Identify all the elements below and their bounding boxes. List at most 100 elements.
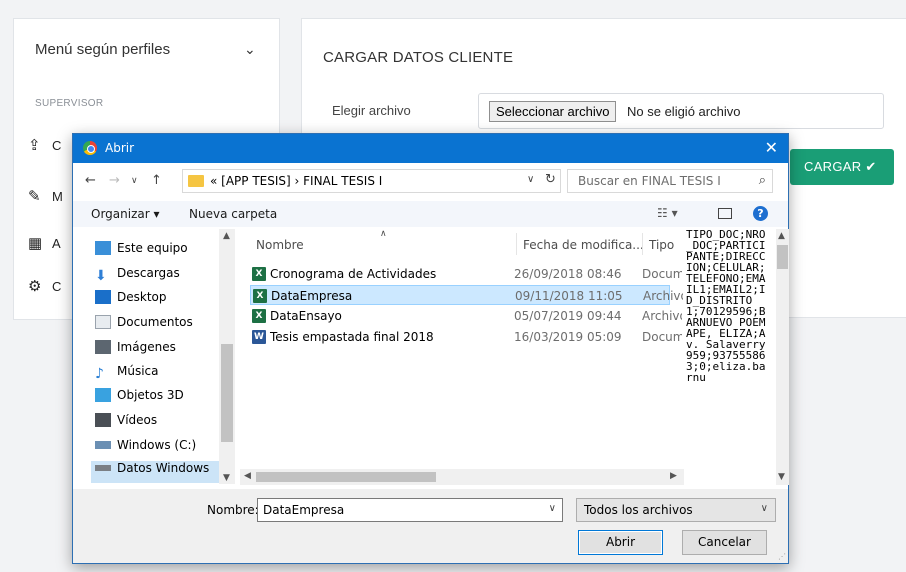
download-icon: ⬇ xyxy=(95,268,107,284)
preview-pane-icon[interactable] xyxy=(718,208,732,219)
column-date[interactable]: Fecha de modifica... xyxy=(523,238,644,252)
filename-field[interactable]: DataEmpresa ∨ xyxy=(257,498,563,522)
nav-item-windows-c[interactable]: Windows (C:) xyxy=(95,438,225,460)
chevron-down-icon[interactable]: ∨ xyxy=(527,174,534,185)
select-file-button[interactable]: Seleccionar archivo xyxy=(489,101,617,122)
scroll-up-icon[interactable]: ▲ xyxy=(778,231,785,241)
refresh-icon[interactable]: ↻ xyxy=(545,172,556,187)
nav-item-desktop[interactable]: Desktop xyxy=(95,290,225,312)
column-divider[interactable] xyxy=(642,233,643,255)
documents-icon xyxy=(95,315,111,329)
file-row[interactable]: X Cronograma de Actividades 26/09/2018 0… xyxy=(250,264,682,284)
nav-bar: ← → ∨ ↑ « [APP TESIS] › FINAL TESIS I ∨ … xyxy=(73,163,788,199)
chevron-down-icon[interactable]: ∨ xyxy=(761,503,768,514)
scroll-thumb[interactable] xyxy=(777,245,788,269)
cancel-button[interactable]: Cancelar xyxy=(682,530,767,555)
computer-icon xyxy=(95,241,111,255)
navigation-pane: Este equipo ⬇ Descargas Desktop Documento… xyxy=(73,229,235,487)
nav-item-objetos-3d[interactable]: Objetos 3D xyxy=(95,388,225,410)
nav-item-datos-windows[interactable]: Datos Windows xyxy=(91,461,221,483)
column-name[interactable]: Nombre xyxy=(256,238,304,252)
nav-item-documentos[interactable]: Documentos xyxy=(95,315,225,337)
scroll-thumb[interactable] xyxy=(221,344,233,442)
filename-value: DataEmpresa xyxy=(263,503,345,517)
dialog-footer: Nombre: DataEmpresa ∨ Todos los archivos… xyxy=(73,489,788,563)
nav-item-videos[interactable]: Vídeos xyxy=(95,413,225,435)
search-placeholder: Buscar en FINAL TESIS I xyxy=(578,174,721,188)
resize-grip-icon[interactable]: ⋰ xyxy=(778,552,786,561)
file-status: No se eligió archivo xyxy=(627,104,741,119)
preview-scrollbar[interactable]: ▲ ▼ xyxy=(776,229,789,485)
dialog-toolbar: Organizar ▾ Nueva carpeta ☷ ▾ ? xyxy=(73,201,788,227)
open-button[interactable]: Abrir xyxy=(578,530,663,555)
images-icon xyxy=(95,340,111,354)
desktop-icon xyxy=(95,290,111,304)
word-file-icon: W xyxy=(252,330,266,344)
column-divider[interactable] xyxy=(516,233,517,255)
address-bar[interactable]: « [APP TESIS] › FINAL TESIS I ∨ ↻ xyxy=(182,169,561,193)
chevron-down-icon[interactable]: ⌄ xyxy=(244,41,256,58)
nav-item-musica[interactable]: ♪ Música xyxy=(95,364,225,386)
file-row[interactable]: X DataEnsayo 05/07/2019 09:44 Archivo xyxy=(250,306,682,326)
forward-arrow-icon[interactable]: → xyxy=(109,173,120,188)
scroll-left-icon[interactable]: ◀ xyxy=(244,471,251,481)
scroll-thumb[interactable] xyxy=(256,472,436,482)
new-folder-button[interactable]: Nueva carpeta xyxy=(189,207,277,221)
up-arrow-icon[interactable]: ↑ xyxy=(151,173,162,188)
dialog-titlebar[interactable]: Abrir ✕ xyxy=(73,134,788,163)
sidebar-title[interactable]: Menú según perfiles xyxy=(35,41,170,58)
drive-icon xyxy=(95,465,111,471)
sidebar-item-edit[interactable]: ✎ M xyxy=(28,187,68,207)
close-icon[interactable]: ✕ xyxy=(765,138,778,157)
file-type-value: Todos los archivos xyxy=(584,503,693,517)
music-icon: ♪ xyxy=(95,366,104,382)
chevron-down-icon[interactable]: ∨ xyxy=(549,503,556,514)
scroll-down-icon[interactable]: ▼ xyxy=(223,473,230,483)
file-row-selected[interactable]: X DataEmpresa 09/11/2018 11:05 Archivo xyxy=(250,285,683,305)
scroll-right-icon[interactable]: ▶ xyxy=(670,471,677,481)
back-arrow-icon[interactable]: ← xyxy=(85,173,96,188)
help-icon[interactable]: ? xyxy=(753,206,768,221)
sidebar-item-calc[interactable]: ▦ A xyxy=(28,234,68,254)
scroll-up-icon[interactable]: ▲ xyxy=(223,231,230,241)
nav-item-descargas[interactable]: ⬇ Descargas xyxy=(95,266,225,288)
role-label: SUPERVISOR xyxy=(35,98,104,109)
column-type[interactable]: Tipo xyxy=(649,238,674,252)
organize-menu[interactable]: Organizar ▾ xyxy=(91,207,160,221)
nav-item-este-equipo[interactable]: Este equipo xyxy=(95,241,225,263)
preview-text: TIPO_DOC;NRO_DOC;PARTICIPANTE;DIRECCION;… xyxy=(686,229,766,384)
check-icon: ✔ xyxy=(865,159,877,174)
nav-scrollbar[interactable]: ▲ ▼ xyxy=(219,229,235,484)
sidebar-item-upload[interactable]: ⇪ C xyxy=(28,136,68,156)
chrome-icon xyxy=(83,141,97,155)
search-input[interactable]: Buscar en FINAL TESIS I ⌕ xyxy=(567,169,773,193)
upload-icon: ⇪ xyxy=(28,137,41,154)
scroll-down-icon[interactable]: ▼ xyxy=(778,472,785,482)
sidebar-item-config[interactable]: ⚙ C xyxy=(28,277,68,297)
nav-item-imagenes[interactable]: Imágenes xyxy=(95,340,225,362)
page-title: CARGAR DATOS CLIENTE xyxy=(323,49,514,66)
open-file-dialog: Abrir ✕ ← → ∨ ↑ « [APP TESIS] › FINAL TE… xyxy=(72,133,789,564)
view-options-icon[interactable]: ☷ ▾ xyxy=(657,206,678,220)
preview-pane: TIPO_DOC;NRO_DOC;PARTICIPANTE;DIRECCION;… xyxy=(686,229,776,485)
file-label: Elegir archivo xyxy=(332,103,411,118)
horizontal-scrollbar[interactable]: ◀ ▶ xyxy=(240,469,684,485)
address-path: « [APP TESIS] › FINAL TESIS I xyxy=(210,174,383,188)
file-type-select[interactable]: Todos los archivos ∨ xyxy=(576,498,776,522)
cargar-label: CARGAR xyxy=(804,159,862,174)
pencil-icon: ✎ xyxy=(28,188,41,205)
excel-file-icon: X xyxy=(252,309,266,323)
search-icon[interactable]: ⌕ xyxy=(759,173,766,188)
recent-dropdown-icon[interactable]: ∨ xyxy=(131,176,138,186)
excel-file-icon: X xyxy=(252,267,266,281)
folder-icon xyxy=(188,175,204,187)
cargar-button[interactable]: CARGAR ✔ xyxy=(790,149,894,185)
file-input[interactable]: Seleccionar archivo No se eligió archivo xyxy=(478,93,884,129)
videos-icon xyxy=(95,413,111,427)
gear-icon: ⚙ xyxy=(28,278,42,295)
calculator-icon: ▦ xyxy=(28,235,43,252)
excel-file-icon: X xyxy=(253,289,267,303)
dialog-title: Abrir xyxy=(105,141,135,155)
drive-icon xyxy=(95,441,111,449)
file-row[interactable]: W Tesis empastada final 2018 16/03/2019 … xyxy=(250,327,682,347)
